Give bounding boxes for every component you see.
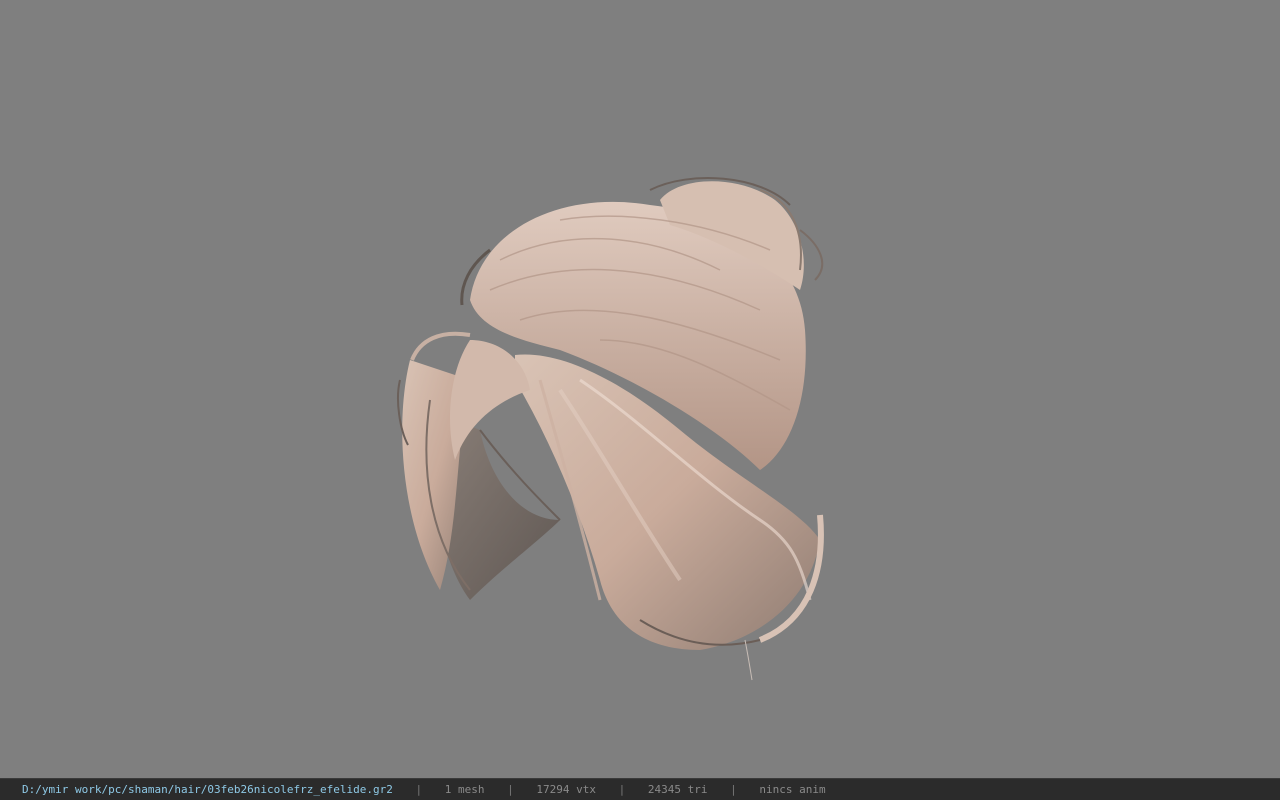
status-separator: | [415, 783, 423, 796]
vertex-count-label: 17294 vtx [536, 783, 596, 796]
status-separator: | [730, 783, 737, 796]
3d-viewport[interactable] [0, 0, 1280, 778]
status-bar: D:/ymir work/pc/shaman/hair/03feb26nicol… [0, 778, 1280, 800]
mesh-count-label: 1 mesh [444, 783, 485, 796]
triangle-count-label: 24345 tri [647, 783, 708, 796]
status-separator: | [618, 783, 626, 796]
animation-status-label: nincs anim [759, 783, 826, 796]
status-separator: | [507, 783, 514, 796]
file-path-label: D:/ymir work/pc/shaman/hair/03feb26nicol… [22, 783, 393, 796]
hair-mesh-icon [397, 177, 824, 681]
